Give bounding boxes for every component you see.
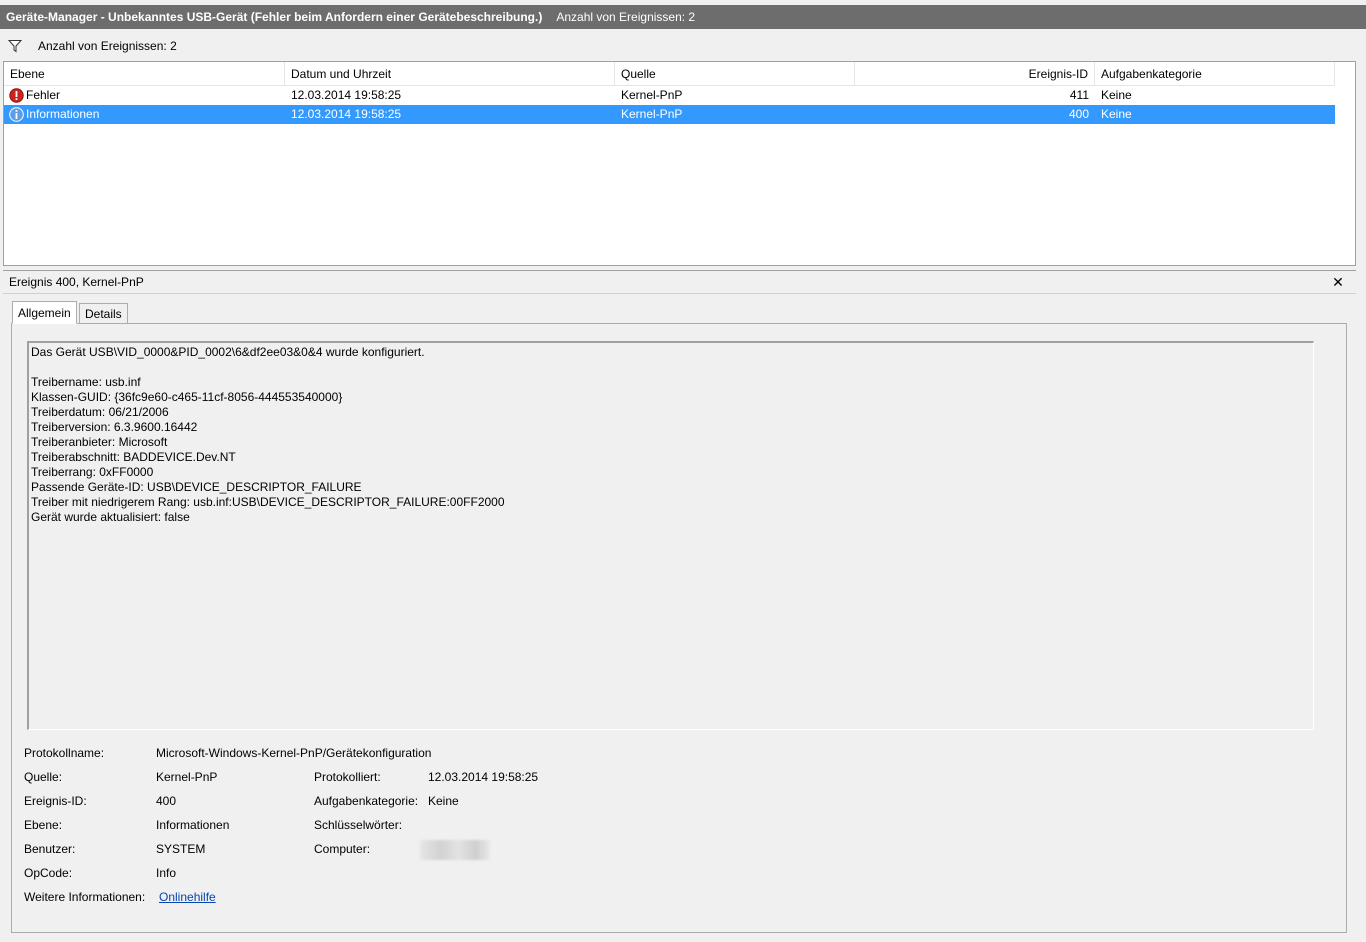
logged-value: 12.03.2014 19:58:25 (428, 770, 539, 784)
description-line: Treiberversion: 6.3.9600.16442 (31, 420, 198, 434)
description-line: Das Gerät USB\VID_0000&PID_0002\6&df2ee0… (31, 345, 425, 359)
user-value: SYSTEM (156, 842, 206, 856)
column-header-task-category[interactable]: Aufgabenkategorie (1095, 62, 1335, 86)
log-name-value: Microsoft-Windows-Kernel-PnP/Gerätekonfi… (156, 746, 432, 760)
row-source: Kernel-PnP (621, 88, 683, 102)
description-line (31, 360, 1311, 375)
online-help-link[interactable]: Onlinehilfe (159, 889, 216, 905)
opcode-label: OpCode: (24, 866, 73, 880)
keywords-label: Schlüsselwörter: (314, 818, 403, 832)
table-row[interactable]: Fehler 12.03.2014 19:58:25 Kernel-PnP 41… (4, 86, 1335, 105)
filter-event-count: Anzahl von Ereignissen: 2 (38, 39, 177, 53)
row-datetime: 12.03.2014 19:58:25 (291, 107, 402, 121)
column-header-datetime[interactable]: Datum und Uhrzeit (285, 62, 615, 86)
info-icon (9, 107, 24, 122)
task-category-label: Aufgabenkategorie: (314, 794, 419, 808)
level-value: Informationen (156, 818, 230, 832)
general-tab-panel: Das Gerät USB\VID_0000&PID_0002\6&df2ee0… (11, 323, 1347, 933)
error-icon (9, 88, 24, 103)
window-title: Geräte-Manager - Unbekanntes USB-Gerät (… (6, 10, 543, 24)
source-label: Quelle: (24, 770, 63, 784)
column-header-source[interactable]: Quelle (615, 62, 855, 86)
filter-icon[interactable] (7, 39, 23, 53)
tab-allgemein[interactable]: Allgemein (12, 301, 77, 324)
description-line: Treiberrang: 0xFF0000 (31, 465, 154, 479)
more-info-label: Weitere Informationen: (24, 890, 146, 904)
event-description[interactable]: Das Gerät USB\VID_0000&PID_0002\6&df2ee0… (27, 341, 1314, 730)
column-header-event-id[interactable]: Ereignis-ID (855, 62, 1095, 86)
user-label: Benutzer: (24, 842, 76, 856)
task-category-value: Keine (428, 794, 459, 808)
filter-bar: Anzahl von Ereignissen: 2 (0, 34, 1366, 58)
computer-value-redacted (420, 840, 490, 860)
tab-details[interactable]: Details (79, 303, 128, 324)
description-line: Treiber mit niedrigerem Rang: usb.inf:US… (31, 495, 505, 509)
description-line: Passende Geräte-ID: USB\DEVICE_DESCRIPTO… (31, 480, 362, 494)
source-value: Kernel-PnP (156, 770, 218, 784)
row-source: Kernel-PnP (621, 107, 683, 121)
title-bar: Geräte-Manager - Unbekanntes USB-Gerät (… (0, 5, 1366, 29)
row-datetime: 12.03.2014 19:58:25 (291, 88, 402, 102)
row-event-id: 411 (1069, 88, 1089, 102)
log-name-label: Protokollname: (24, 746, 105, 760)
event-grid[interactable]: Ebene Datum und Uhrzeit Quelle Ereignis-… (3, 61, 1356, 266)
description-line: Treiberanbieter: Microsoft (31, 435, 168, 449)
description-line: Treiberabschnitt: BADDEVICE.Dev.NT (31, 450, 236, 464)
row-event-id: 400 (1068, 107, 1089, 121)
opcode-value: Info (156, 866, 177, 880)
event-detail-title: Ereignis 400, Kernel-PnP (9, 275, 144, 289)
computer-label: Computer: (314, 842, 371, 856)
description-line: Klassen-GUID: {36fc9e60-c465-11cf-8056-4… (31, 390, 343, 404)
description-line: Treiberdatum: 06/21/2006 (31, 405, 169, 419)
column-header-level[interactable]: Ebene (4, 62, 285, 86)
table-row[interactable]: Informationen 12.03.2014 19:58:25 Kernel… (4, 105, 1335, 124)
level-label: Ebene: (24, 818, 63, 832)
row-level: Fehler (26, 88, 61, 102)
row-level: Informationen (26, 107, 100, 121)
event-id-label: Ereignis-ID: (24, 794, 87, 808)
description-line: Treibername: usb.inf (31, 375, 141, 389)
row-category: Keine (1101, 107, 1132, 121)
logged-label: Protokolliert: (314, 770, 381, 784)
event-detail-header: Ereignis 400, Kernel-PnP ✕ (3, 270, 1356, 294)
close-icon[interactable]: ✕ (1330, 274, 1346, 290)
grid-header: Ebene Datum und Uhrzeit Quelle Ereignis-… (4, 62, 1335, 86)
description-line: Gerät wurde aktualisiert: false (31, 510, 190, 524)
row-category: Keine (1101, 88, 1132, 102)
title-event-count: Anzahl von Ereignissen: 2 (556, 10, 696, 24)
event-id-value: 400 (156, 794, 177, 808)
